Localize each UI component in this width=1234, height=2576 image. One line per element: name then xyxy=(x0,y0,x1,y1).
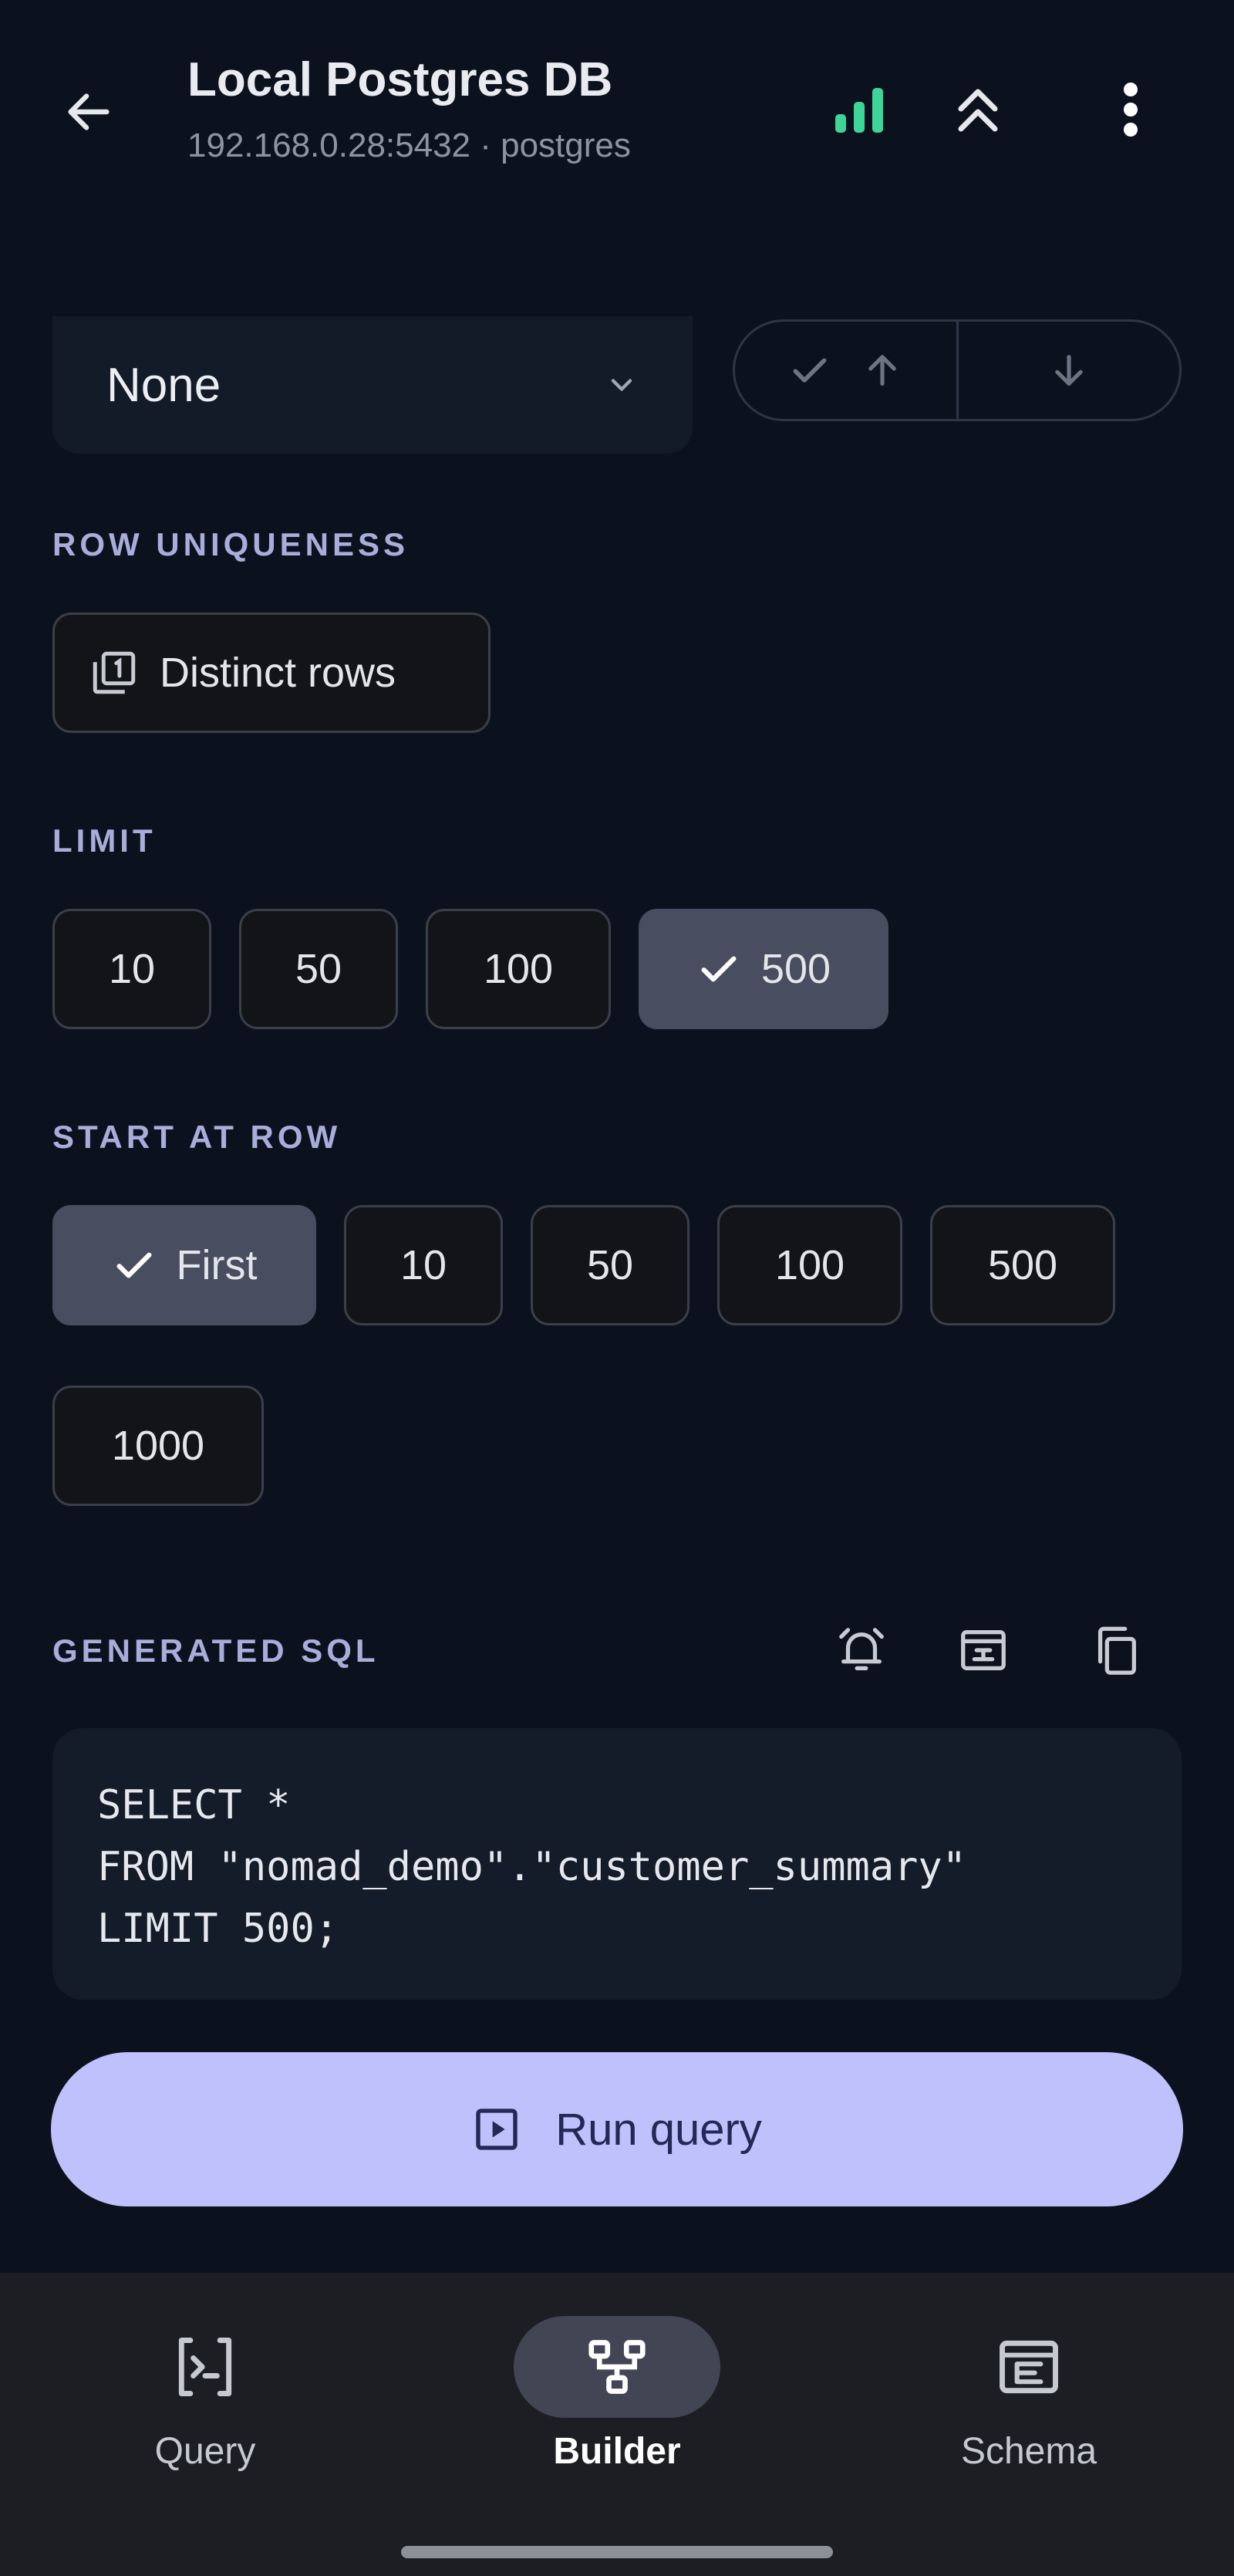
nav-icon-container xyxy=(926,2316,1132,2418)
run-query-button[interactable]: Run query xyxy=(51,2052,1183,2206)
sql-schema-view-button[interactable] xyxy=(941,1608,1026,1693)
copy-icon xyxy=(1097,1626,1136,1675)
start-chip-label: First xyxy=(176,1242,258,1288)
connection-title: Local Postgres DB xyxy=(187,53,613,106)
check-icon xyxy=(116,1252,151,1278)
play-icon xyxy=(476,2108,518,2150)
start-chip-first[interactable]: First xyxy=(52,1205,316,1325)
start-chip-500[interactable]: 500 xyxy=(930,1205,1115,1325)
generated-sql-label: GENERATED SQL xyxy=(52,1632,379,1669)
start-chip-label: 50 xyxy=(586,1242,634,1288)
sql-copy-button[interactable] xyxy=(1074,1608,1158,1693)
collapse-button[interactable] xyxy=(939,71,1017,148)
sort-descending-button[interactable] xyxy=(956,322,1180,419)
distinct-rows-label: Distinct rows xyxy=(160,650,396,696)
back-button[interactable] xyxy=(46,69,131,154)
check-icon xyxy=(793,358,827,383)
connection-status-button[interactable] xyxy=(824,71,901,148)
signal-strength-icon xyxy=(835,88,883,133)
schema-icon xyxy=(1000,2340,1058,2394)
nav-icon-container xyxy=(514,2316,720,2418)
chevron-down-icon xyxy=(611,379,632,391)
collapse-up-icon xyxy=(958,89,998,132)
start-chip-label: 500 xyxy=(987,1242,1058,1288)
limit-label: LIMIT xyxy=(52,822,157,859)
check-icon xyxy=(701,956,737,982)
home-indicator[interactable] xyxy=(401,2546,833,2558)
sql-preview: SELECT * FROM "nomad_demo"."customer_sum… xyxy=(52,1728,1182,2000)
schema-view-icon xyxy=(961,1630,1006,1670)
limit-chip-100[interactable]: 100 xyxy=(426,909,611,1029)
start-chip-100[interactable]: 100 xyxy=(717,1205,902,1325)
start-chip-label: 10 xyxy=(400,1242,447,1288)
alarm-icon xyxy=(839,1628,884,1670)
start-chip-50[interactable]: 50 xyxy=(531,1205,689,1325)
row-uniqueness-label: ROW UNIQUENESS xyxy=(52,526,410,562)
limit-chip-label: 100 xyxy=(483,946,554,992)
nav-item-schema[interactable]: Schema xyxy=(875,2273,1183,2527)
filter-one-icon xyxy=(93,651,136,694)
nav-item-query[interactable]: Query xyxy=(51,2273,359,2527)
start-chip-1000[interactable]: 1000 xyxy=(52,1386,264,1506)
run-query-label: Run query xyxy=(555,2104,762,2155)
nav-label: Query xyxy=(154,2431,256,2472)
terminal-icon xyxy=(178,2338,232,2396)
sql-line: FROM "nomad_demo"."customer_summary" xyxy=(97,1844,967,1890)
nav-icon-container xyxy=(102,2316,308,2418)
sql-line: LIMIT 500; xyxy=(97,1906,339,1952)
bottom-navigation: Query Builder Schema xyxy=(0,2273,1234,2576)
sql-line: SELECT * xyxy=(97,1782,291,1828)
limit-chip-label: 500 xyxy=(760,946,831,992)
more-options-button[interactable] xyxy=(1092,71,1169,148)
sort-direction-toggle xyxy=(733,319,1182,421)
limit-chip-50[interactable]: 50 xyxy=(239,909,398,1029)
more-vert-icon xyxy=(1124,83,1138,137)
start-chip-label: 1000 xyxy=(111,1423,205,1469)
arrow-down-icon xyxy=(1054,355,1083,386)
start-chip-10[interactable]: 10 xyxy=(344,1205,503,1325)
arrow-up-icon xyxy=(868,355,897,386)
order-by-select[interactable]: None xyxy=(52,316,693,454)
connection-subtitle: 192.168.0.28:5432 · postgres xyxy=(187,127,631,164)
start-at-row-label: START AT ROW xyxy=(52,1119,342,1155)
limit-chip-500[interactable]: 500 xyxy=(639,909,888,1029)
limit-chip-10[interactable]: 10 xyxy=(52,909,211,1029)
nav-item-builder[interactable]: Builder xyxy=(463,2273,771,2527)
limit-chip-label: 10 xyxy=(108,946,156,992)
nav-label: Builder xyxy=(553,2431,681,2472)
order-by-value: None xyxy=(106,358,221,412)
builder-tree-icon xyxy=(588,2340,646,2394)
limit-chip-label: 50 xyxy=(295,946,342,992)
start-chip-label: 100 xyxy=(774,1242,845,1288)
sql-alarm-button[interactable] xyxy=(819,1608,904,1693)
sort-ascending-button[interactable] xyxy=(735,322,956,419)
back-arrow-icon xyxy=(68,93,110,130)
nav-label: Schema xyxy=(960,2431,1097,2472)
distinct-rows-chip[interactable]: Distinct rows xyxy=(52,613,491,733)
